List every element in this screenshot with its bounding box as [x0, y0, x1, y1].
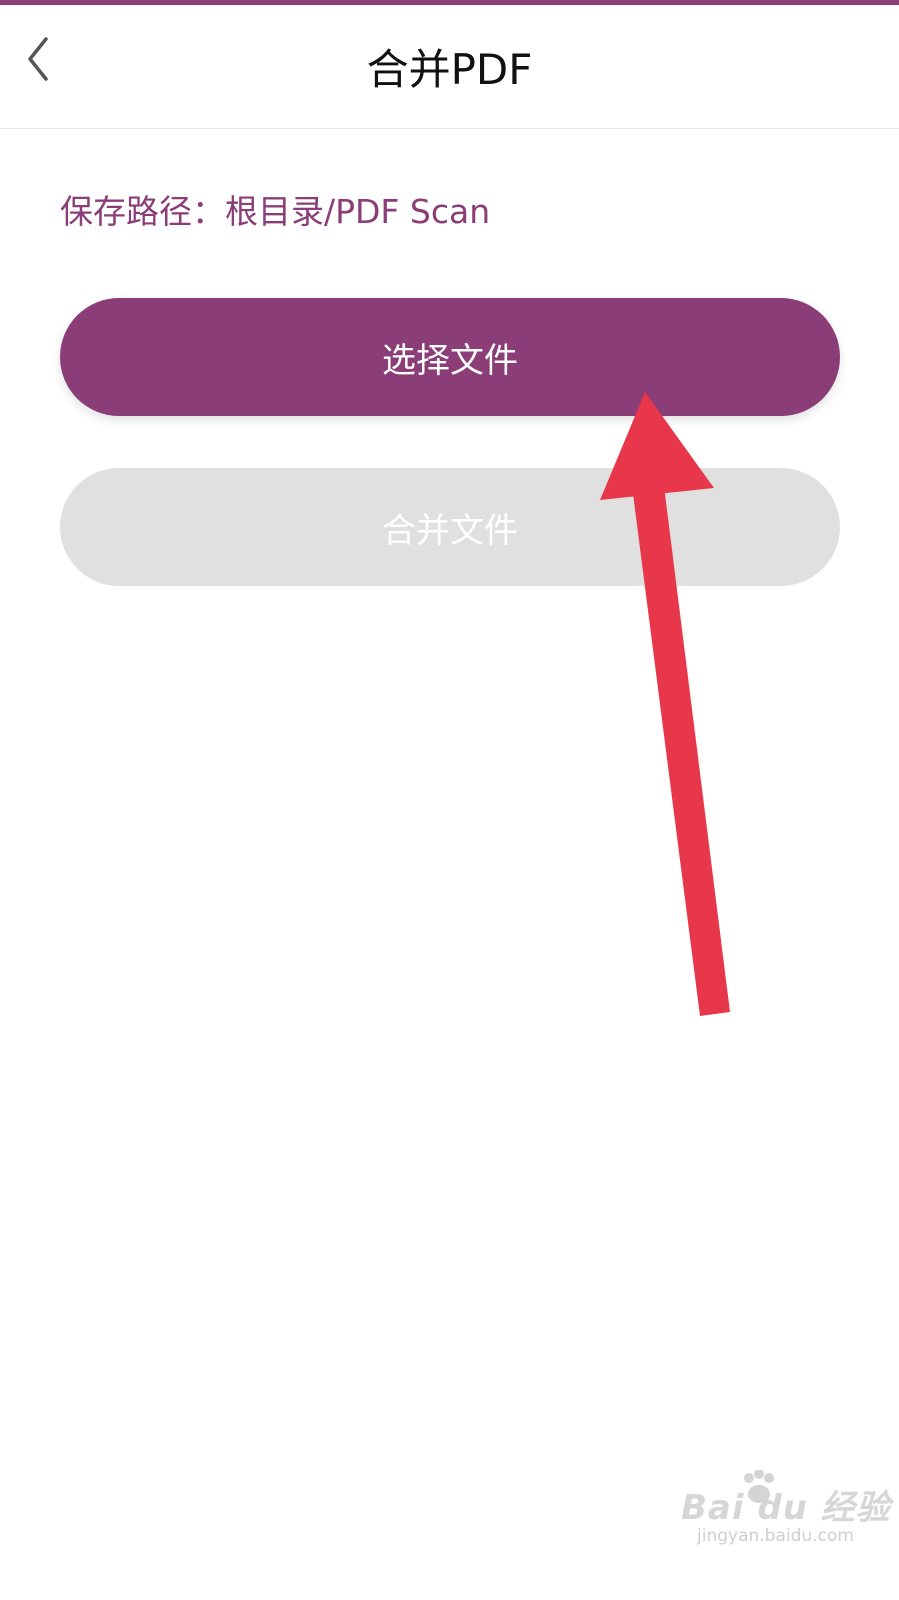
app-header: 合并PDF	[0, 5, 899, 129]
watermark-url: jingyan.baidu.com	[697, 1526, 854, 1546]
annotation-arrow	[600, 392, 730, 1016]
select-file-button[interactable]: 选择文件	[60, 298, 840, 416]
watermark-logo: Bai du 经验	[681, 1488, 891, 1528]
select-file-button-label: 选择文件	[382, 340, 518, 381]
merge-file-button-label: 合并文件	[382, 510, 518, 551]
merge-file-button[interactable]: 合并文件	[60, 468, 840, 586]
merge-pdf-screen: 合并PDF 保存路径：根目录/PDF Scan 选择文件 合并文件 Bai du…	[0, 0, 899, 1600]
baidu-watermark: Bai du 经验 jingyan.baidu.com	[681, 1470, 890, 1560]
page-title: 合并PDF	[366, 45, 533, 94]
save-path-label: 保存路径：根目录/PDF Scan	[60, 192, 491, 231]
paw-icon	[744, 1470, 774, 1503]
